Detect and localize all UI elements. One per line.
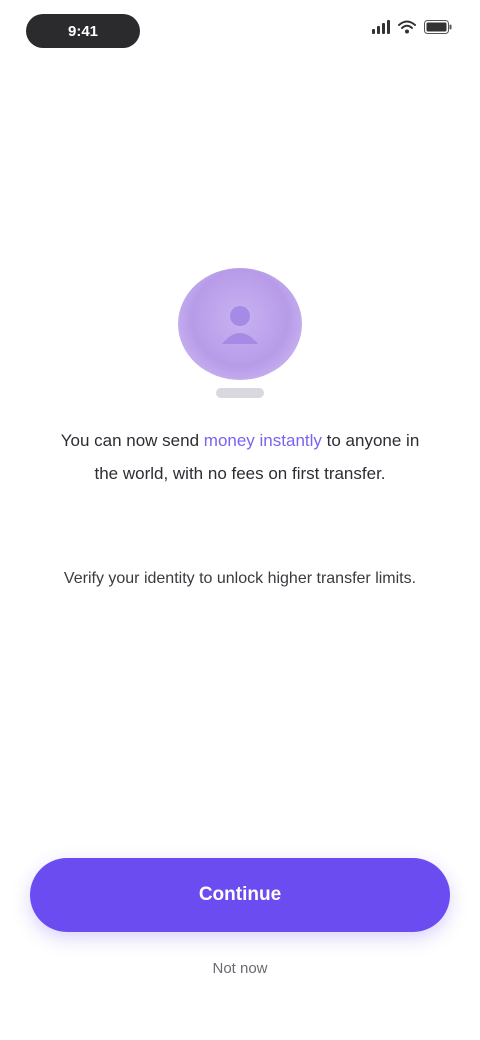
illustration-shadow <box>216 388 264 398</box>
message-highlight: money instantly <box>203 431 322 450</box>
not-now-link[interactable]: Not now <box>0 960 480 977</box>
onboarding-screen: 9:41 You can now send money instantly to… <box>0 0 480 1040</box>
status-icons <box>372 20 452 34</box>
message-text-before: You can now send <box>60 431 200 450</box>
avatar-circle <box>178 268 302 380</box>
user-icon <box>222 306 258 344</box>
wifi-icon <box>398 20 416 34</box>
status-time: 9:41 <box>26 14 140 48</box>
status-bar: 9:41 <box>24 14 456 50</box>
battery-icon <box>424 20 452 34</box>
continue-button[interactable]: Continue <box>30 858 450 932</box>
illustration <box>175 268 305 398</box>
message-primary: You can now send money instantly to anyo… <box>56 424 424 490</box>
message-secondary: Verify your identity to unlock higher tr… <box>63 570 417 587</box>
signal-icon <box>372 20 390 34</box>
